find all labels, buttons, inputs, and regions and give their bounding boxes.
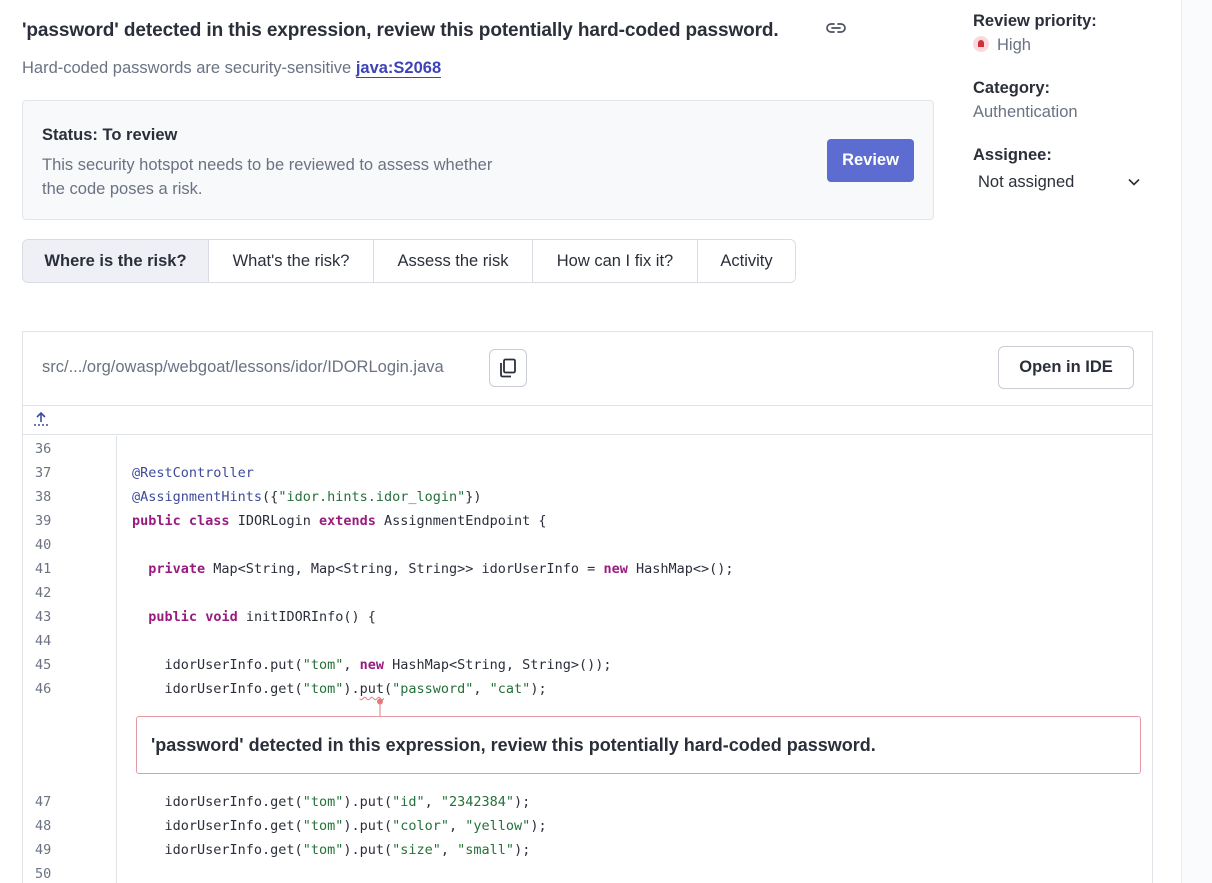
code-line: idorUserInfo.get("tom").put("color", "ye… [132,818,547,834]
code-line: private Map<String, Map<String, String>>… [148,561,734,577]
review-priority-label: Review priority: [973,12,1097,30]
assignee-label: Assignee: [973,146,1052,164]
gutter-divider [116,436,117,883]
code-line: idorUserInfo.get("tom").put("size", "sma… [132,842,531,858]
file-path: src/.../org/owasp/webgoat/lessons/idor/I… [42,358,444,376]
line-number: 50 [35,866,52,882]
status-panel: Status: To review This security hotspot … [22,100,934,220]
link-icon[interactable] [826,20,846,36]
open-in-ide-button[interactable]: Open in IDE [998,346,1134,389]
line-number: 42 [35,585,52,601]
code-line: idorUserInfo.put("tom", new HashMap<Stri… [132,657,612,673]
code-line: @RestController [132,465,254,481]
status-description: This security hotspot needs to be review… [42,156,493,198]
rule-link[interactable]: java:S2068 [355,59,442,78]
line-number: 43 [35,609,52,625]
category-label: Category: [973,79,1051,97]
tab-assess-the-risk[interactable]: Assess the risk [373,240,532,282]
hotspot-subtitle: Hard-coded passwords are security-sensit… [22,59,442,78]
code-line: idorUserInfo.get("tom").put("id", "23423… [132,794,531,810]
line-number: 49 [35,842,52,858]
tab-whats-the-risk[interactable]: What's the risk? [208,240,373,282]
subtitle-text: Hard-coded passwords are security-sensit… [22,59,356,77]
page-scroll-edge [1181,0,1212,883]
tab-activity[interactable]: Activity [697,240,795,282]
hotspot-title: 'password' detected in this expression, … [22,20,779,41]
line-number: 41 [35,561,52,577]
line-number: 36 [35,441,52,457]
line-number: 47 [35,794,52,810]
expand-lines-bar[interactable] [23,405,1152,435]
review-button[interactable]: Review [827,139,914,182]
priority-text: High [997,36,1031,54]
status-title: Status: To review [42,126,178,144]
copy-path-button[interactable] [489,349,527,387]
line-number: 44 [35,633,52,649]
line-number: 38 [35,489,52,505]
issue-message-box[interactable]: 'password' detected in this expression, … [136,716,1141,774]
line-number: 39 [35,513,52,529]
code-line: public class IDORLogin extends Assignmen… [132,513,547,529]
hotspot-tabs: Where is the risk? What's the risk? Asse… [22,239,796,283]
code-viewer: src/.../org/owasp/webgoat/lessons/idor/I… [22,331,1153,883]
assignee-value: Not assigned [978,172,1075,191]
code-line: @AssignmentHints({"idor.hints.idor_login… [132,489,482,505]
line-number: 40 [35,537,52,553]
expand-up-icon[interactable] [32,411,50,429]
line-number: 37 [35,465,52,481]
code-line: idorUserInfo.get("tom").put("password", … [132,681,547,697]
issue-location-marker [377,698,383,717]
review-priority-value: High [973,36,1031,55]
issue-message: 'password' detected in this expression, … [151,735,876,755]
tab-where-is-the-risk[interactable]: Where is the risk? [23,240,208,282]
hotspot-header: 'password' detected in this expression, … [22,20,779,42]
high-priority-icon [973,36,989,52]
chevron-down-icon [1128,178,1140,186]
line-number: 46 [35,681,52,697]
assignee-select[interactable]: Not assigned [973,168,1153,196]
copy-icon [500,358,516,378]
category-value: Authentication [973,103,1078,121]
line-number: 45 [35,657,52,673]
code-line: public void initIDORInfo() { [148,609,376,625]
tab-how-can-i-fix-it[interactable]: How can I fix it? [532,240,697,282]
line-number: 48 [35,818,52,834]
